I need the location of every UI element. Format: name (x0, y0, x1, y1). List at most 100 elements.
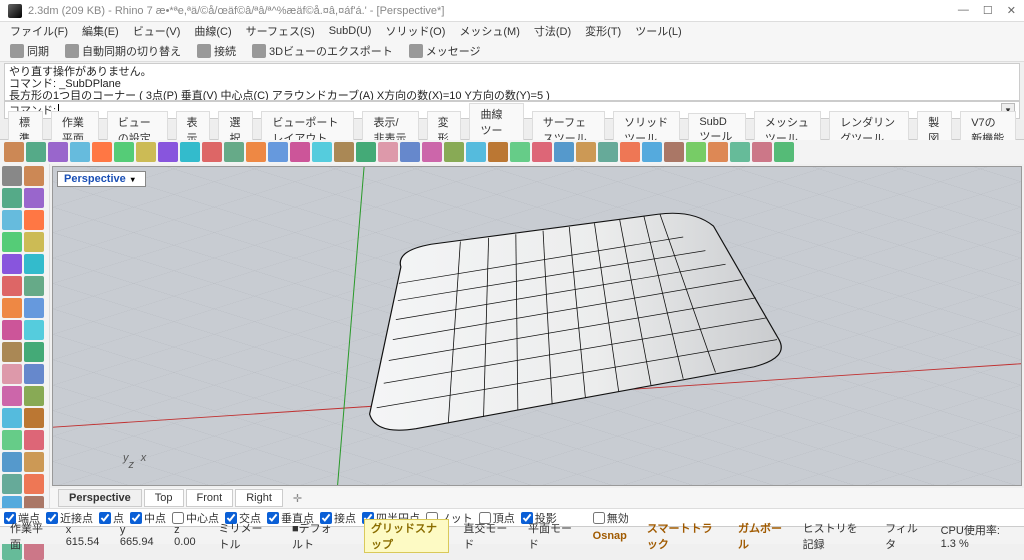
menu-item[interactable]: サーフェス(S) (240, 21, 321, 41)
osnap-disable[interactable]: 無効 (593, 510, 629, 526)
tool-icon[interactable] (422, 142, 442, 162)
tool-icon[interactable] (334, 142, 354, 162)
side-tool-icon[interactable] (24, 254, 44, 274)
tool-icon[interactable] (378, 142, 398, 162)
quick-tool[interactable]: 同期 (4, 41, 55, 61)
viewport-tab[interactable]: Perspective (58, 489, 142, 507)
tool-icon[interactable] (752, 142, 772, 162)
tool-icon[interactable] (664, 142, 684, 162)
side-tool-icon[interactable] (2, 342, 22, 362)
tool-icon[interactable] (180, 142, 200, 162)
side-tool-icon[interactable] (24, 232, 44, 252)
status-layer[interactable]: ■デフォルト (286, 520, 348, 552)
tool-icon[interactable] (642, 142, 662, 162)
menu-item[interactable]: ファイル(F) (4, 21, 74, 41)
side-tool-icon[interactable] (24, 342, 44, 362)
side-tool-icon[interactable] (2, 430, 22, 450)
close-button[interactable]: ✕ (1007, 4, 1016, 17)
status-osnap[interactable]: Osnap (587, 530, 633, 542)
tool-icon[interactable] (268, 142, 288, 162)
status-plane[interactable]: 作業平面 (4, 520, 52, 552)
menu-item[interactable]: メッシュ(M) (453, 21, 526, 41)
side-tool-icon[interactable] (24, 452, 44, 472)
menu-item[interactable]: ソリッド(O) (379, 21, 451, 41)
tool-icon[interactable] (48, 142, 68, 162)
viewport-tab[interactable]: Top (144, 489, 184, 507)
quick-tool[interactable]: メッセージ (403, 41, 487, 61)
status-grid-snap[interactable]: グリッドスナップ (364, 519, 449, 553)
tool-icon[interactable] (488, 142, 508, 162)
tool-icon[interactable] (400, 142, 420, 162)
side-tool-icon[interactable] (24, 408, 44, 428)
side-tool-icon[interactable] (24, 276, 44, 296)
side-tool-icon[interactable] (2, 276, 22, 296)
status-planar[interactable]: 平面モード (522, 520, 579, 552)
tool-icon[interactable] (598, 142, 618, 162)
tool-icon[interactable] (510, 142, 530, 162)
viewport-tab[interactable]: Front (186, 489, 234, 507)
side-tool-icon[interactable] (24, 320, 44, 340)
side-tool-icon[interactable] (2, 188, 22, 208)
tool-icon[interactable] (92, 142, 112, 162)
tool-icon[interactable] (774, 142, 794, 162)
status-smart-track[interactable]: スマートトラック (641, 520, 724, 552)
quick-tool[interactable]: 自動同期の切り替え (59, 41, 187, 61)
menu-item[interactable]: ツール(L) (629, 21, 687, 41)
tool-icon[interactable] (554, 142, 574, 162)
side-tool-icon[interactable] (2, 364, 22, 384)
tool-icon[interactable] (158, 142, 178, 162)
tool-icon[interactable] (312, 142, 332, 162)
maximize-button[interactable]: ☐ (983, 4, 993, 17)
tool-icon[interactable] (4, 142, 24, 162)
side-tool-icon[interactable] (2, 386, 22, 406)
add-viewport-button[interactable]: ✛ (285, 490, 310, 507)
menu-item[interactable]: SubD(U) (323, 23, 378, 39)
tool-icon[interactable] (444, 142, 464, 162)
tool-icon[interactable] (356, 142, 376, 162)
side-tool-icon[interactable] (2, 210, 22, 230)
side-tool-icon[interactable] (24, 210, 44, 230)
status-filter[interactable]: フィルタ (879, 520, 927, 552)
side-tool-icon[interactable] (2, 254, 22, 274)
menu-item[interactable]: 寸法(D) (528, 21, 577, 41)
tool-icon[interactable] (620, 142, 640, 162)
minimize-button[interactable]: — (958, 4, 969, 17)
side-tool-icon[interactable] (2, 232, 22, 252)
side-tool-icon[interactable] (24, 364, 44, 384)
side-tool-icon[interactable] (2, 408, 22, 428)
side-tool-icon[interactable] (2, 166, 22, 186)
quick-tool[interactable]: 3Dビューのエクスポート (246, 41, 399, 61)
tool-icon[interactable] (730, 142, 750, 162)
tool-icon[interactable] (708, 142, 728, 162)
side-tool-icon[interactable] (24, 298, 44, 318)
tool-icon[interactable] (224, 142, 244, 162)
quick-tool[interactable]: 接続 (191, 41, 242, 61)
status-ortho[interactable]: 直交モード (457, 520, 514, 552)
status-history[interactable]: ヒストリを記録 (797, 520, 871, 552)
menu-item[interactable]: ビュー(V) (127, 21, 187, 41)
side-tool-icon[interactable] (2, 474, 22, 494)
status-unit[interactable]: ミリメートル (212, 520, 278, 552)
menu-item[interactable]: 編集(E) (76, 21, 125, 41)
tool-icon[interactable] (26, 142, 46, 162)
side-tool-icon[interactable] (24, 430, 44, 450)
tool-icon[interactable] (70, 142, 90, 162)
side-tool-icon[interactable] (24, 166, 44, 186)
side-tool-icon[interactable] (2, 298, 22, 318)
tool-icon[interactable] (114, 142, 134, 162)
menu-item[interactable]: 変形(T) (579, 21, 627, 41)
side-tool-icon[interactable] (2, 320, 22, 340)
tool-icon[interactable] (136, 142, 156, 162)
tool-icon[interactable] (686, 142, 706, 162)
menu-item[interactable]: 曲線(C) (188, 21, 237, 41)
side-tool-icon[interactable] (2, 452, 22, 472)
tool-icon[interactable] (202, 142, 222, 162)
tool-icon[interactable] (246, 142, 266, 162)
side-tool-icon[interactable] (24, 474, 44, 494)
viewport-title-dropdown[interactable]: Perspective (57, 171, 146, 187)
tool-icon[interactable] (290, 142, 310, 162)
tool-icon[interactable] (532, 142, 552, 162)
tool-icon[interactable] (466, 142, 486, 162)
viewport-perspective[interactable]: Perspective (52, 166, 1022, 486)
tool-icon[interactable] (576, 142, 596, 162)
